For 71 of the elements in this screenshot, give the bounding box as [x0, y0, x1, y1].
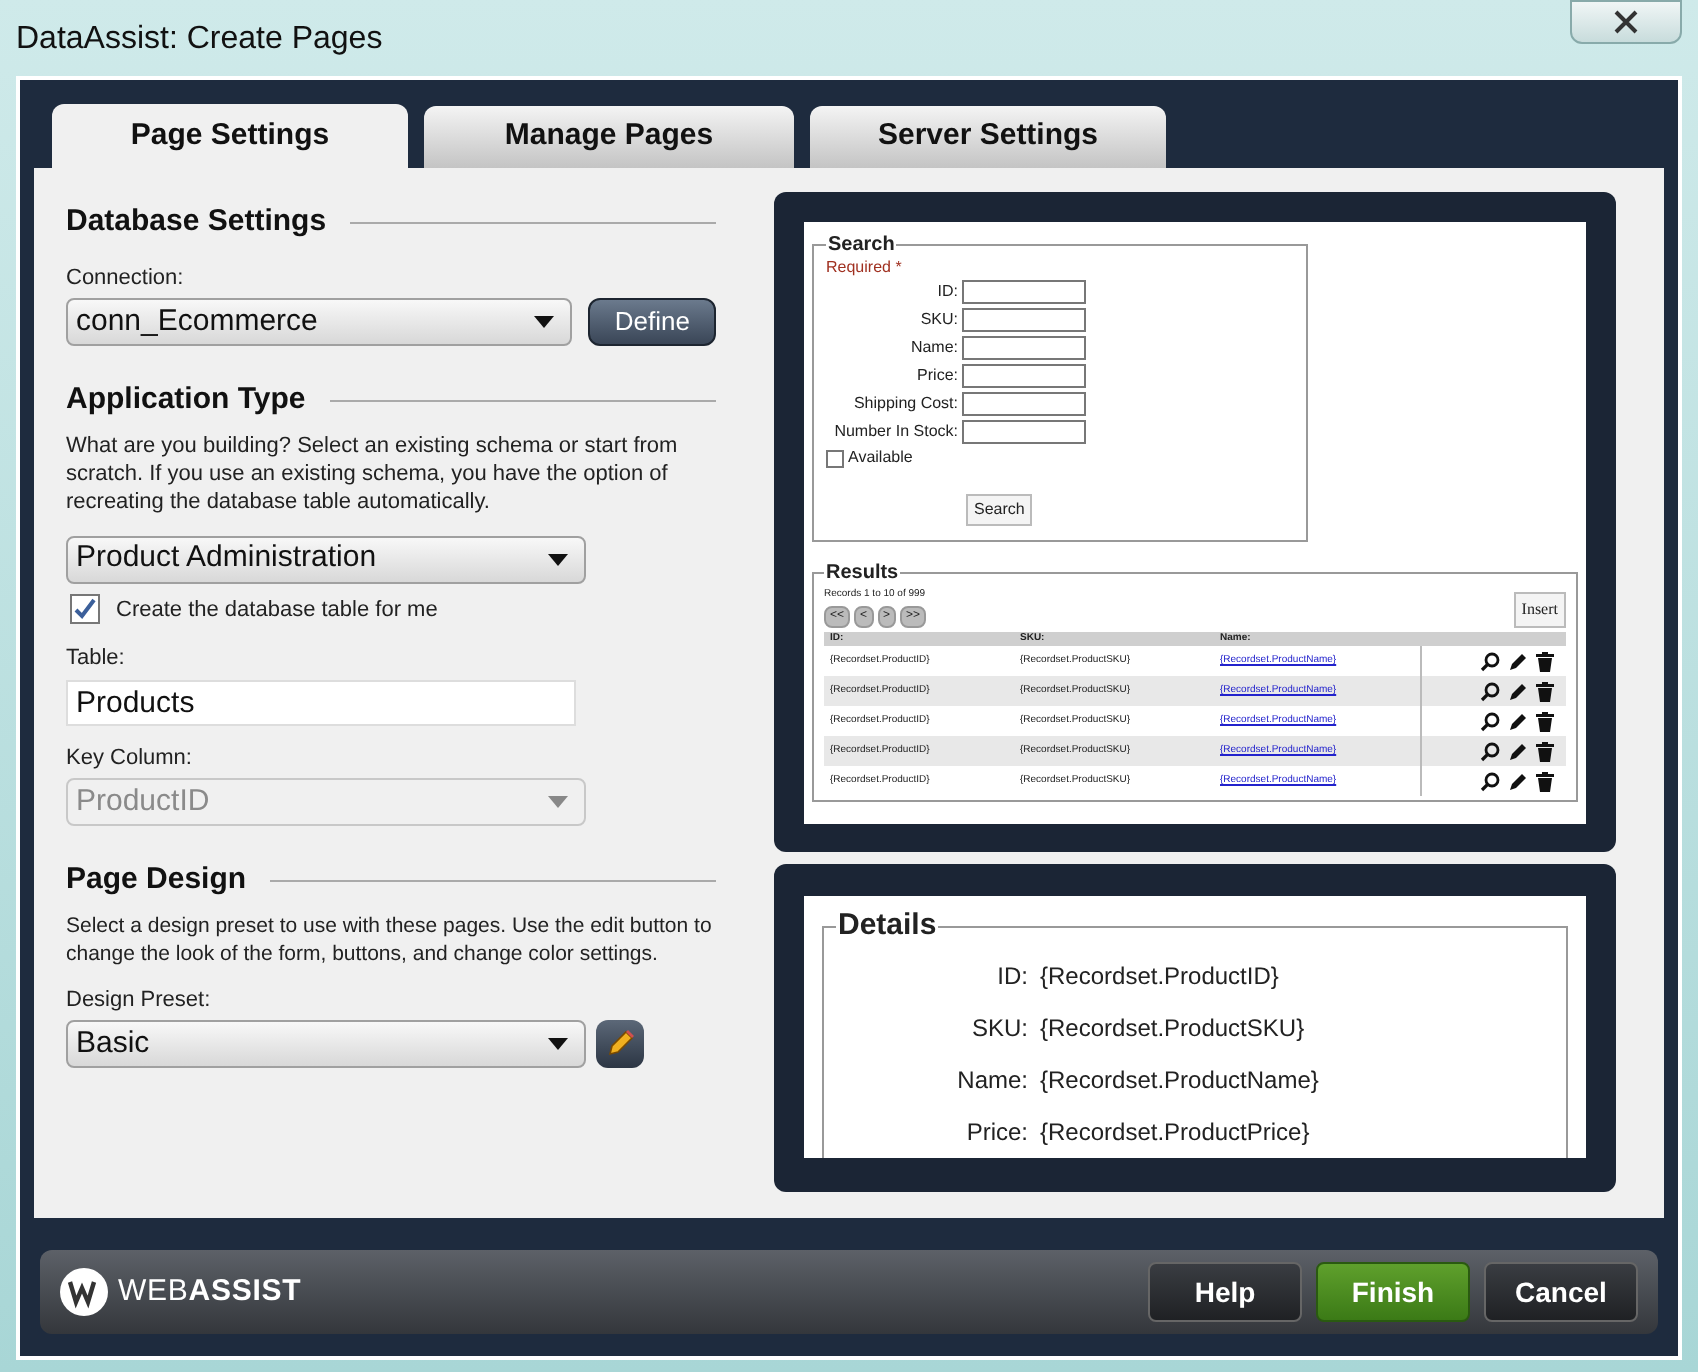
- input-field[interactable]: [962, 308, 1086, 332]
- logo-text: WEBASSIST: [118, 1271, 302, 1312]
- dropdown-caret-icon: [548, 1038, 568, 1050]
- dropdown-caret-icon: [548, 796, 568, 808]
- tab[interactable]: Manage Pages: [424, 106, 794, 168]
- footer-button[interactable]: Finish: [1316, 1262, 1470, 1322]
- magnifier-icon: [1480, 741, 1500, 761]
- checkbox-label: Create the database table for me: [116, 595, 438, 625]
- trash-icon: [1536, 771, 1554, 791]
- panel-legend: Details: [836, 904, 939, 949]
- input-field[interactable]: [962, 336, 1086, 360]
- close-button[interactable]: [1570, 0, 1682, 44]
- input-field[interactable]: [962, 420, 1086, 444]
- pencil-icon: [606, 1030, 634, 1058]
- checkbox-label: Available: [848, 446, 913, 470]
- checkbox[interactable]: [70, 594, 100, 625]
- footer-button[interactable]: Help: [1148, 1262, 1302, 1322]
- field-label: Number In Stock:: [832, 420, 958, 444]
- dropdown-caret-icon: [548, 553, 568, 565]
- tab[interactable]: Page Settings: [52, 104, 408, 168]
- panel-legend: Results: [824, 558, 901, 588]
- trash-icon: [1536, 711, 1554, 731]
- insert-button[interactable]: Insert: [1513, 592, 1566, 628]
- search-button[interactable]: Search: [966, 494, 1033, 526]
- required-note: Required *: [826, 256, 904, 280]
- field-label: ID:: [935, 280, 958, 304]
- edit-button[interactable]: [596, 1020, 644, 1068]
- table-input[interactable]: Products: [66, 679, 576, 725]
- field-label: Key Column:: [66, 743, 194, 773]
- field-value: {Recordset.ProductSKU}: [1040, 1011, 1307, 1045]
- description-text: Select a design preset to use with these pages. Use the edit button to change the look of the form, buttons, and change color settings.: [66, 911, 714, 967]
- magnifier-icon: [1480, 711, 1500, 731]
- input-field[interactable]: [962, 364, 1086, 388]
- panel-legend: Search: [826, 230, 897, 260]
- trash-icon: [1536, 651, 1554, 671]
- section-heading: Page Design: [66, 860, 247, 900]
- field-label: Name:: [908, 336, 958, 360]
- checkbox[interactable]: [826, 449, 844, 467]
- field-value: {Recordset.ProductID}: [1040, 959, 1281, 993]
- field-label: SKU:: [918, 308, 958, 332]
- tab[interactable]: Server Settings: [810, 106, 1166, 168]
- field-label: Design Preset:: [66, 985, 213, 1015]
- dropdown-select[interactable]: conn_Ecommerce: [66, 298, 573, 346]
- field-value: {Recordset.ProductName}: [1040, 1063, 1321, 1097]
- section-heading: Database Settings: [66, 202, 327, 242]
- close-icon: [1612, 10, 1640, 34]
- dropdown-caret-icon: [534, 316, 555, 328]
- description-text: What are you building? Select an existing schema or start from scratch. If you use an existing schema, you have the option of recreating the database table automatically.: [66, 431, 680, 515]
- trash-icon: [1536, 741, 1554, 761]
- dropdown-select[interactable]: Product Administration: [66, 535, 586, 583]
- field-label: Shipping Cost:: [851, 392, 958, 416]
- logo-icon: [60, 1268, 108, 1316]
- field-label: Table:: [66, 644, 127, 674]
- magnifier-icon: [1480, 651, 1500, 671]
- dropdown-select[interactable]: Basic: [66, 1020, 586, 1068]
- field-label: SKU:: [969, 1011, 1028, 1045]
- field-value: {Recordset.ProductPrice}: [1040, 1115, 1312, 1149]
- define-button[interactable]: Define: [588, 298, 716, 346]
- section-heading: Application Type: [66, 380, 306, 420]
- field-label: Price:: [964, 1115, 1028, 1149]
- footer-button[interactable]: Cancel: [1484, 1262, 1638, 1322]
- field-label: ID:: [995, 959, 1028, 993]
- trash-icon: [1536, 681, 1554, 701]
- magnifier-icon: [1480, 681, 1500, 701]
- magnifier-icon: [1480, 771, 1500, 791]
- input-field[interactable]: [962, 392, 1086, 416]
- input-field[interactable]: [962, 280, 1086, 304]
- field-label: Name:: [955, 1063, 1028, 1097]
- field-label: Connection:: [66, 263, 186, 293]
- window-title: DataAssist: Create Pages: [16, 20, 383, 60]
- field-label: Price:: [915, 364, 958, 388]
